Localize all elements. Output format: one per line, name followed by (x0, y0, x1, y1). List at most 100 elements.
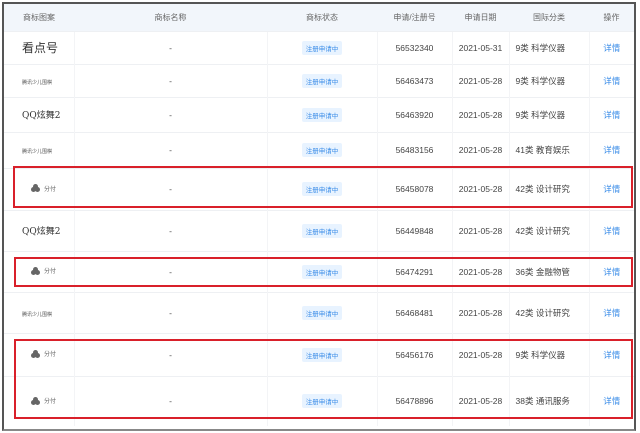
details-link[interactable]: 详情 (603, 76, 620, 86)
intl-class: 9类 科学仪器 (509, 97, 589, 132)
logo-text: 分付 (44, 349, 56, 358)
table-row: 分付 - 注册申请中 56456176 2021-05-28 9类 科学仪器 详… (4, 333, 634, 376)
trademark-name: - (74, 97, 267, 132)
status-badge: 注册申请中 (302, 143, 343, 157)
table-row: 分付 - 注册申请中 56458078 2021-05-28 42类 设计研究 … (4, 168, 634, 210)
col-header-number: 申请/注册号 (377, 4, 452, 31)
trademark-logo: 分付 (4, 333, 74, 376)
status-cell: 注册申请中 (267, 251, 377, 292)
table-row: 腾讯少儿围棋 - 注册申请中 56468481 2021-05-28 42类 设… (4, 292, 634, 333)
status-cell: 注册申请中 (267, 376, 377, 426)
logo-text: 分付 (44, 266, 56, 275)
status-badge: 注册申请中 (302, 182, 343, 196)
details-link[interactable]: 详情 (603, 43, 620, 53)
col-header-logo: 商标图案 (4, 4, 74, 31)
status-badge: 注册申请中 (302, 348, 343, 362)
logo-text: QQ炫舞2 (22, 111, 60, 121)
status-cell: 注册申请中 (267, 210, 377, 251)
trademark-logo: 腾讯少儿围棋 (4, 292, 74, 333)
trademark-table: 商标图案商标名称商标状态申请/注册号申请日期国际分类操作 看点号 - 注册申请中… (4, 4, 634, 426)
trademark-name: - (74, 168, 267, 210)
application-number: 56483156 (377, 132, 452, 168)
logo-text: 腾讯少儿围棋 (22, 312, 52, 318)
application-number: 56468481 (377, 292, 452, 333)
application-date: 2021-05-28 (452, 97, 509, 132)
trademark-name: - (74, 333, 267, 376)
trademark-name: - (74, 210, 267, 251)
trademark-logo: 分付 (4, 376, 74, 426)
trademark-logo: QQ炫舞2 (4, 210, 74, 251)
logo-text: 腾讯少儿围棋 (22, 149, 52, 155)
action-cell: 详情 (589, 31, 634, 64)
application-number: 56456176 (377, 333, 452, 376)
intl-class: 9类 科学仪器 (509, 64, 589, 97)
intl-class: 41类 教育娱乐 (509, 132, 589, 168)
application-date: 2021-05-28 (452, 376, 509, 426)
logo-text: QQ炫舞2 (22, 227, 60, 237)
details-link[interactable]: 详情 (603, 184, 620, 194)
status-badge: 注册申请中 (302, 74, 343, 88)
logo-text: 分付 (44, 184, 56, 193)
details-link[interactable]: 详情 (603, 308, 620, 318)
intl-class: 42类 设计研究 (509, 168, 589, 210)
status-badge: 注册申请中 (302, 41, 343, 55)
application-date: 2021-05-28 (452, 64, 509, 97)
intl-class: 42类 设计研究 (509, 210, 589, 251)
fenfu-logo: 分付 (22, 396, 56, 405)
trademark-name: - (74, 64, 267, 97)
table-row: 腾讯少儿围棋 - 注册申请中 56483156 2021-05-28 41类 教… (4, 132, 634, 168)
application-date: 2021-05-28 (452, 333, 509, 376)
trademark-logo: 腾讯少儿围棋 (4, 132, 74, 168)
table-row: 分付 - 注册申请中 56474291 2021-05-28 36类 金融物管 … (4, 251, 634, 292)
status-badge: 注册申请中 (302, 394, 343, 408)
trademark-name: - (74, 251, 267, 292)
table-row: 分付 - 注册申请中 56478896 2021-05-28 38类 通讯服务 … (4, 376, 634, 426)
logo-icon (31, 350, 40, 358)
details-link[interactable]: 详情 (603, 110, 620, 120)
application-date: 2021-05-28 (452, 132, 509, 168)
trademark-logo: 腾讯少儿围棋 (4, 64, 74, 97)
fenfu-logo: 分付 (22, 266, 56, 275)
trademark-logo: 分付 (4, 168, 74, 210)
status-cell: 注册申请中 (267, 292, 377, 333)
status-badge: 注册申请中 (302, 224, 343, 238)
details-link[interactable]: 详情 (603, 350, 620, 360)
details-link[interactable]: 详情 (603, 396, 620, 406)
logo-icon (31, 267, 40, 275)
col-header-class: 国际分类 (509, 4, 589, 31)
logo-text: 看点号 (22, 41, 58, 55)
logo-icon (31, 184, 40, 192)
application-number: 56532340 (377, 31, 452, 64)
trademark-name: - (74, 31, 267, 64)
trademark-logo: QQ炫舞2 (4, 97, 74, 132)
status-badge: 注册申请中 (302, 108, 343, 122)
status-cell: 注册申请中 (267, 97, 377, 132)
status-cell: 注册申请中 (267, 168, 377, 210)
logo-text: 腾讯少儿围棋 (22, 80, 52, 86)
table-row: 腾讯少儿围棋 - 注册申请中 56463473 2021-05-28 9类 科学… (4, 64, 634, 97)
action-cell: 详情 (589, 210, 634, 251)
status-cell: 注册申请中 (267, 64, 377, 97)
status-cell: 注册申请中 (267, 132, 377, 168)
status-badge: 注册申请中 (302, 265, 343, 279)
trademark-name: - (74, 376, 267, 426)
col-header-status: 商标状态 (267, 4, 377, 31)
application-number: 56474291 (377, 251, 452, 292)
action-cell: 详情 (589, 64, 634, 97)
details-link[interactable]: 详情 (603, 267, 620, 277)
action-cell: 详情 (589, 168, 634, 210)
details-link[interactable]: 详情 (603, 226, 620, 236)
table-row: QQ炫舞2 - 注册申请中 56449848 2021-05-28 42类 设计… (4, 210, 634, 251)
action-cell: 详情 (589, 132, 634, 168)
status-badge: 注册申请中 (302, 306, 343, 320)
table-row: 看点号 - 注册申请中 56532340 2021-05-31 9类 科学仪器 … (4, 31, 634, 64)
trademark-logo: 分付 (4, 251, 74, 292)
intl-class: 9类 科学仪器 (509, 333, 589, 376)
application-date: 2021-05-28 (452, 210, 509, 251)
trademark-table-frame: 商标图案商标名称商标状态申请/注册号申请日期国际分类操作 看点号 - 注册申请中… (2, 2, 636, 431)
application-date: 2021-05-28 (452, 292, 509, 333)
details-link[interactable]: 详情 (603, 145, 620, 155)
logo-icon (31, 397, 40, 405)
action-cell: 详情 (589, 251, 634, 292)
intl-class: 9类 科学仪器 (509, 31, 589, 64)
